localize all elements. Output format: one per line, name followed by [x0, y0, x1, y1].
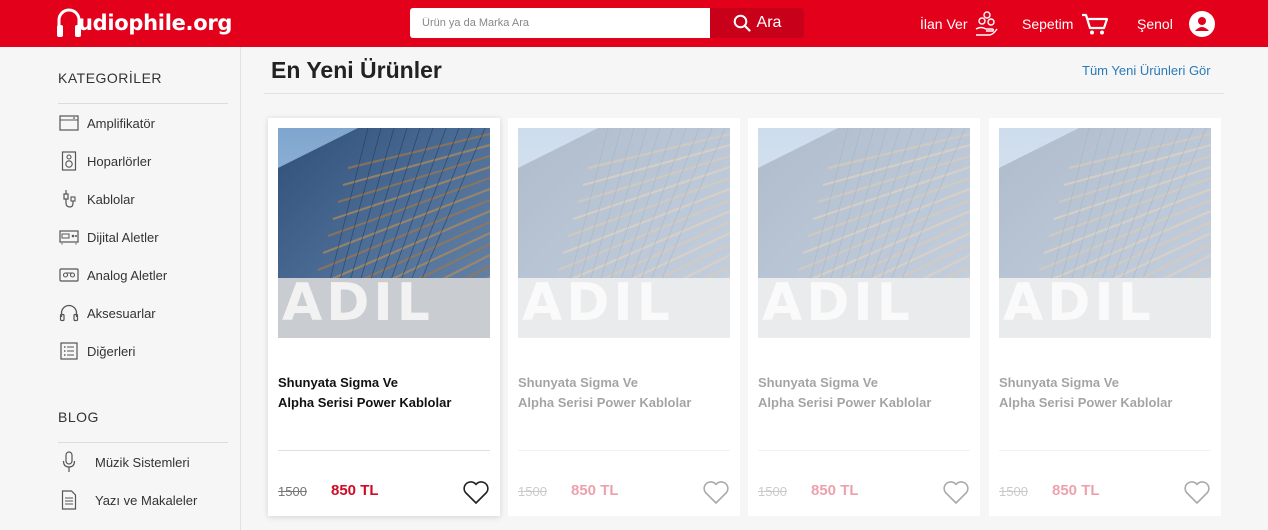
- sidebar-item-label: Dijital Aletler: [87, 229, 159, 245]
- sidebar-item-speakers[interactable]: Hoparlörler: [58, 149, 151, 173]
- product-name-line1: Shunyata Sigma Ve: [518, 375, 638, 390]
- product-card[interactable]: ADIL Shunyata Sigma Ve Alpha Serisi Powe…: [989, 118, 1221, 516]
- sidebar-item-label: Hoparlörler: [87, 153, 152, 169]
- product-card[interactable]: ADIL Shunyata Sigma Ve Alpha Serisi Powe…: [748, 118, 980, 516]
- user-name: Şenol: [1137, 15, 1173, 32]
- sidebar-item-label: Analog Aletler: [87, 267, 168, 283]
- product-image-sign-text: ADIL: [762, 273, 914, 333]
- categories-divider: [58, 103, 228, 104]
- sidebar-item-label: Amplifikatör: [87, 115, 155, 131]
- old-price: 1500: [518, 484, 547, 499]
- blog-title: BLOG: [58, 409, 99, 425]
- sidebar-item-music-systems[interactable]: Müzik Sistemleri: [58, 450, 190, 474]
- sidebar-item-articles[interactable]: Yazı ve Makaleler: [58, 488, 197, 512]
- product-name[interactable]: Shunyata Sigma Ve Alpha Serisi Power Kab…: [278, 373, 490, 413]
- sidebar-item-label: Yazı ve Makaleler: [95, 492, 198, 508]
- favorite-heart-icon[interactable]: [462, 479, 490, 505]
- product-name-line2: Alpha Serisi Power Kablolar: [758, 395, 932, 410]
- post-ad-label: İlan Ver: [920, 15, 968, 32]
- product-name-line2: Alpha Serisi Power Kablolar: [999, 395, 1173, 410]
- favorite-heart-icon[interactable]: [942, 479, 970, 505]
- new-price: 850 TL: [1052, 482, 1100, 499]
- list-icon: [58, 340, 80, 362]
- product-name-line1: Shunyata Sigma Ve: [278, 375, 398, 390]
- old-price: 1500: [758, 484, 787, 499]
- product-name[interactable]: Shunyata Sigma Ve Alpha Serisi Power Kab…: [518, 373, 730, 413]
- product-name-line1: Shunyata Sigma Ve: [999, 375, 1119, 390]
- site-logo[interactable]: udiophile.org: [56, 5, 232, 41]
- card-divider: [518, 450, 730, 451]
- product-name-line2: Alpha Serisi Power Kablolar: [278, 395, 452, 410]
- title-divider: [264, 93, 1224, 94]
- blog-divider: [58, 442, 228, 443]
- product-name-line1: Shunyata Sigma Ve: [758, 375, 878, 390]
- search-input[interactable]: [410, 8, 710, 38]
- cart-icon: [1081, 12, 1109, 36]
- amplifier-icon: [58, 112, 80, 134]
- sidebar-item-amplifier[interactable]: Amplifikatör: [58, 111, 155, 135]
- digital-device-icon: [58, 226, 80, 248]
- product-card[interactable]: ADIL Shunyata Sigma Ve Alpha Serisi Powe…: [268, 118, 500, 516]
- new-price: 850 TL: [811, 482, 859, 499]
- sidebar-item-accessories[interactable]: Aksesuarlar: [58, 301, 156, 325]
- sidebar-item-analog[interactable]: Analog Aletler: [58, 263, 167, 287]
- new-price: 850 TL: [571, 482, 619, 499]
- hand-coins-icon: [975, 10, 999, 37]
- product-image[interactable]: ADIL: [278, 128, 490, 338]
- product-image-sign-text: ADIL: [1003, 273, 1155, 333]
- sidebar-item-digital[interactable]: Dijital Aletler: [58, 225, 159, 249]
- user-avatar-icon: [1188, 10, 1215, 37]
- product-image-sign-text: ADIL: [282, 273, 434, 333]
- product-image[interactable]: ADIL: [758, 128, 970, 338]
- sidebar-item-label: Kablolar: [87, 191, 135, 207]
- user-menu[interactable]: Şenol: [1137, 0, 1215, 47]
- top-header: udiophile.org Ara İlan Ver Sepetim: [0, 0, 1268, 47]
- cassette-icon: [58, 264, 80, 286]
- search-button-label: Ara: [756, 14, 782, 31]
- cable-icon: [58, 188, 80, 210]
- sidebar-item-label: Müzik Sistemleri: [95, 454, 190, 470]
- product-image-sign-text: ADIL: [522, 273, 674, 333]
- speaker-icon: [58, 150, 80, 172]
- search-icon: [733, 14, 751, 32]
- favorite-heart-icon[interactable]: [1183, 479, 1211, 505]
- document-icon: [58, 489, 80, 511]
- product-name[interactable]: Shunyata Sigma Ve Alpha Serisi Power Kab…: [999, 373, 1211, 413]
- search-button[interactable]: Ara: [710, 8, 804, 38]
- product-card[interactable]: ADIL Shunyata Sigma Ve Alpha Serisi Powe…: [508, 118, 740, 516]
- sidebar: KATEGORİLER Amplifikatör Hoparlörler Kab…: [0, 47, 241, 530]
- see-all-new-products-link[interactable]: Tüm Yeni Ürünleri Gör: [1082, 63, 1211, 78]
- new-price: 850 TL: [331, 482, 379, 499]
- favorite-heart-icon[interactable]: [702, 479, 730, 505]
- logo-text: udiophile.org: [78, 11, 233, 35]
- headphones-icon: [58, 302, 80, 324]
- old-price: 1500: [999, 484, 1028, 499]
- sidebar-item-others[interactable]: Diğerleri: [58, 339, 135, 363]
- cart-label: Sepetim: [1022, 15, 1074, 32]
- categories-title: KATEGORİLER: [58, 70, 163, 86]
- cart-link[interactable]: Sepetim: [1022, 0, 1109, 47]
- post-ad-link[interactable]: İlan Ver: [920, 0, 999, 47]
- page-title: En Yeni Ürünler: [271, 57, 442, 83]
- card-divider: [758, 450, 970, 451]
- sidebar-item-label: Aksesuarlar: [87, 305, 156, 321]
- product-name[interactable]: Shunyata Sigma Ve Alpha Serisi Power Kab…: [758, 373, 970, 413]
- card-divider: [999, 450, 1211, 451]
- product-name-line2: Alpha Serisi Power Kablolar: [518, 395, 692, 410]
- card-divider: [278, 450, 490, 451]
- microphone-icon: [58, 451, 80, 473]
- sidebar-item-label: Diğerleri: [87, 343, 136, 359]
- old-price: 1500: [278, 484, 307, 499]
- product-image[interactable]: ADIL: [518, 128, 730, 338]
- sidebar-item-cables[interactable]: Kablolar: [58, 187, 135, 211]
- product-image[interactable]: ADIL: [999, 128, 1211, 338]
